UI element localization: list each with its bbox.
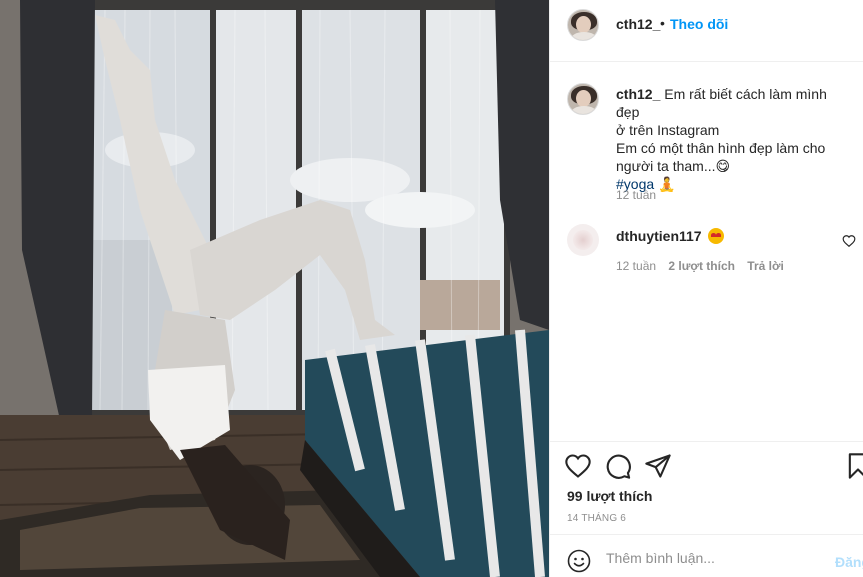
caption-text: cth12_ Em rất biết cách làm mình đẹp ở t… [616, 85, 852, 193]
comment-like-heart-icon[interactable] [842, 234, 856, 248]
author-username-link[interactable]: cth12_ [616, 16, 660, 32]
yoga-photo-image [0, 0, 549, 577]
caption-timestamp[interactable]: 12 tuần [616, 188, 656, 202]
comment-likes-link[interactable]: 2 lượt thích [668, 259, 735, 273]
share-icon[interactable] [644, 452, 672, 480]
post-header: cth12_ • Theo dõi [550, 0, 863, 62]
caption-line-2: ở trên Instagram [616, 122, 720, 138]
emoji-picker-icon[interactable] [567, 549, 591, 573]
post-side-panel: cth12_ • Theo dõi cth12_ Em rất biết các… [549, 0, 863, 577]
post-comment-button[interactable]: Đăng [835, 554, 863, 570]
caption-author-avatar[interactable] [567, 83, 599, 115]
caption-line-4: người ta tham...😋 [616, 158, 731, 174]
commenter-username-link[interactable]: dthuytien117 [616, 228, 702, 244]
post-actions: 99 lượt thích 14 THÁNG 6 [550, 441, 863, 533]
comment-timestamp[interactable]: 12 tuần [616, 259, 656, 273]
comment-reply-button[interactable]: Trả lời [747, 259, 784, 273]
like-count-link[interactable]: 99 lượt thích [567, 488, 652, 504]
comment-input[interactable] [606, 543, 826, 573]
post-photo[interactable] [0, 0, 549, 577]
post-date[interactable]: 14 THÁNG 6 [567, 513, 626, 524]
comment-text: dthuytien117 [616, 228, 725, 244]
yoga-emoji-icon: 🧘 [658, 176, 676, 192]
commenter-avatar[interactable] [567, 224, 599, 256]
follow-button[interactable]: Theo dõi [670, 16, 728, 32]
comment-meta: 12 tuần 2 lượt thích Trả lời [616, 259, 793, 273]
add-comment-bar: Đăng [550, 534, 863, 577]
comment-icon[interactable] [604, 452, 632, 480]
bookmark-icon[interactable] [844, 452, 863, 480]
caption-username-link[interactable]: cth12_ [616, 86, 660, 102]
heart-eyes-emoji-icon [708, 228, 725, 244]
header-separator: • [660, 15, 665, 31]
caption-line-3: Em có một thân hình đẹp làm cho [616, 140, 826, 156]
heart-icon[interactable] [564, 452, 592, 480]
comments-list[interactable]: cth12_ Em rất biết cách làm mình đẹp ở t… [550, 63, 863, 440]
author-avatar[interactable] [567, 9, 599, 41]
